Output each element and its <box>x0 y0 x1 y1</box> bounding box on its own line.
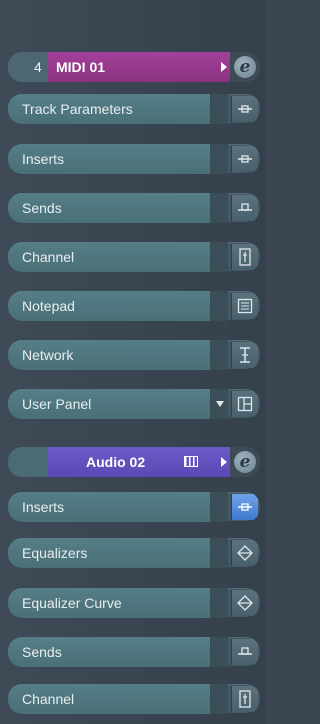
section-channel[interactable]: Channel <box>8 242 260 272</box>
track-expand-arrow-icon[interactable] <box>221 457 227 467</box>
track-name: MIDI 01 <box>56 59 106 75</box>
user-panel-icon[interactable] <box>231 391 258 417</box>
inspector-panel: 4 MIDI 01 e Track Parameters Inserts Sen… <box>0 0 266 724</box>
section-label: Equalizer Curve <box>22 595 122 611</box>
section-audio-channel[interactable]: Channel <box>8 684 260 714</box>
equalizer-curve-icon[interactable] <box>231 590 258 616</box>
section-track-parameters[interactable]: Track Parameters <box>8 94 260 124</box>
section-inserts[interactable]: Inserts <box>8 144 260 174</box>
section-audio-inserts[interactable]: Inserts <box>8 492 260 522</box>
section-label: Channel <box>22 249 75 265</box>
section-equalizers[interactable]: Equalizers <box>8 538 260 568</box>
section-label: User Panel <box>22 396 92 412</box>
edit-channel-button[interactable]: e <box>230 447 260 477</box>
edit-channel-button[interactable]: e <box>230 52 260 82</box>
track-name-field[interactable]: MIDI 01 <box>48 52 233 82</box>
section-label: Network <box>22 347 74 363</box>
section-network[interactable]: Network <box>8 340 260 370</box>
section-label: Sends <box>22 200 62 216</box>
track-number <box>8 447 48 477</box>
edit-e-icon: e <box>234 56 256 78</box>
network-icon[interactable] <box>231 342 258 368</box>
equalizers-icon[interactable] <box>231 540 258 566</box>
section-label: Inserts <box>22 151 65 167</box>
edit-e-icon: e <box>234 451 256 473</box>
section-equalizer-curve[interactable]: Equalizer Curve <box>8 588 260 618</box>
section-audio-sends[interactable]: Sends <box>8 637 260 667</box>
track-expand-arrow-icon[interactable] <box>221 62 227 72</box>
section-label: Track Parameters <box>22 101 133 117</box>
track-name-field[interactable]: Audio 02 <box>48 447 233 477</box>
track-name: Audio 02 <box>86 454 146 470</box>
channel-icon[interactable] <box>231 244 258 270</box>
track-number: 4 <box>8 52 48 82</box>
section-label: Notepad <box>22 298 75 314</box>
section-label: Channel <box>22 691 75 707</box>
inserts-icon[interactable] <box>231 146 258 172</box>
notepad-icon[interactable] <box>231 293 258 319</box>
section-label: Sends <box>22 644 62 660</box>
instrument-piano-icon <box>184 456 198 467</box>
section-user-panel[interactable]: User Panel <box>8 389 260 419</box>
section-label: Equalizers <box>22 545 88 561</box>
section-sends[interactable]: Sends <box>8 193 260 223</box>
track-parameters-icon[interactable] <box>231 96 258 122</box>
section-notepad[interactable]: Notepad <box>8 291 260 321</box>
dropdown-arrow-icon[interactable] <box>216 401 224 407</box>
inserts-icon[interactable] <box>231 494 258 520</box>
track-header-midi[interactable]: 4 MIDI 01 e <box>8 52 260 82</box>
sends-icon[interactable] <box>231 639 258 665</box>
section-label: Inserts <box>22 499 65 515</box>
sends-icon[interactable] <box>231 195 258 221</box>
channel-icon[interactable] <box>231 686 258 712</box>
track-header-audio[interactable]: Audio 02 e <box>8 447 260 477</box>
